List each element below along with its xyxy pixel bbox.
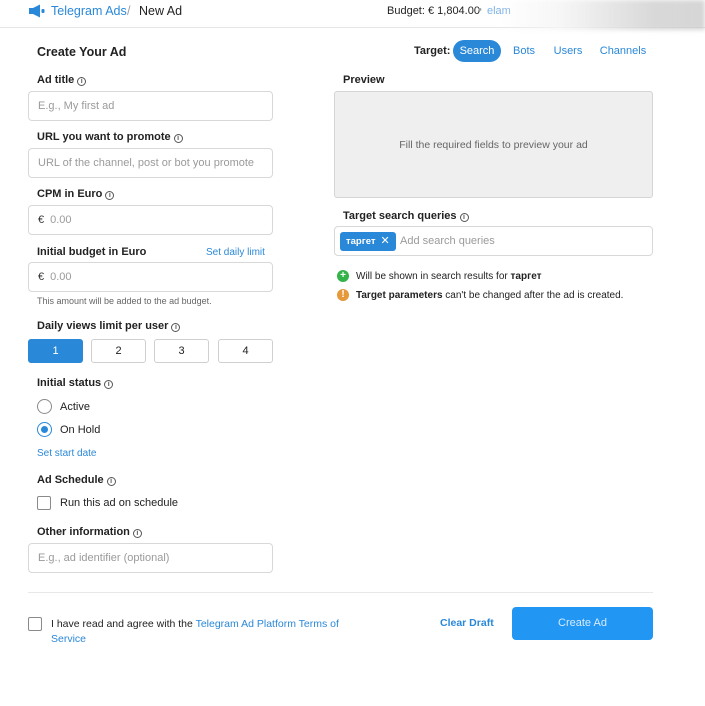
views-option-1[interactable]: 1: [28, 339, 83, 363]
views-limit-label: Daily views limit per user i: [37, 320, 181, 332]
set-start-date-link[interactable]: Set start date: [37, 448, 96, 459]
schedule-checkbox[interactable]: [37, 496, 51, 510]
other-info-label-text: Other information: [37, 526, 130, 538]
ad-title-input[interactable]: E.g., My first ad: [28, 91, 273, 121]
views-option-4[interactable]: 4: [218, 339, 273, 363]
remove-icon[interactable]: ✕: [381, 235, 390, 247]
budget-label: Initial budget in Euro: [37, 246, 147, 258]
cpm-label: CPM in Euro i: [37, 188, 115, 200]
clear-draft-button[interactable]: Clear Draft: [440, 617, 494, 629]
url-input[interactable]: URL of the channel, post or bot you prom…: [28, 148, 273, 178]
page-title: Create Your Ad: [37, 45, 127, 59]
search-queries-label-text: Target search queries: [343, 210, 457, 222]
other-info-label: Other information i: [37, 526, 142, 538]
header-dot: •: [478, 4, 482, 16]
ad-title-label: Ad title i: [37, 74, 87, 86]
preview-empty-text: Fill the required fields to preview your…: [399, 139, 588, 151]
note-query: таргет: [510, 271, 542, 282]
target-label: Target:: [414, 45, 451, 57]
budget-placeholder: 0.00: [50, 271, 72, 283]
ad-schedule-label-text: Ad Schedule: [37, 474, 104, 486]
ad-preview: Fill the required fields to preview your…: [334, 91, 653, 198]
target-params-note: Target parameters can't be changed after…: [356, 290, 623, 301]
info-icon[interactable]: i: [173, 134, 183, 143]
cpm-placeholder: 0.00: [50, 214, 72, 226]
note-strong: Target parameters: [356, 290, 443, 301]
blurred-overlay: [500, 0, 705, 30]
search-queries-label: Target search queries i: [343, 210, 469, 222]
status-active-label[interactable]: Active: [60, 401, 90, 413]
budget-hint: This amount will be added to the ad budg…: [37, 296, 212, 306]
initial-status-label: Initial status i: [37, 377, 114, 389]
top-bar: Telegram Ads / New Ad Budget: € 1,804.00…: [0, 0, 705, 30]
search-queries-placeholder: Add search queries: [400, 235, 495, 247]
budget-display: Budget: € 1,804.00: [387, 5, 480, 17]
url-label-text: URL you want to promote: [37, 131, 171, 143]
query-chip[interactable]: таргет ✕: [340, 232, 396, 251]
preview-label: Preview: [343, 74, 385, 86]
terms-text: I have read and agree with the Telegram …: [51, 617, 351, 647]
terms-checkbox[interactable]: [28, 617, 42, 631]
cpm-label-text: CPM in Euro: [37, 188, 103, 200]
ad-schedule-label: Ad Schedule i: [37, 474, 116, 486]
url-label: URL you want to promote i: [37, 131, 183, 143]
breadcrumb-separator: /: [127, 4, 131, 18]
schedule-checkbox-label[interactable]: Run this ad on schedule: [60, 497, 178, 509]
cpm-input[interactable]: €0.00: [28, 205, 273, 235]
note-text: can't be changed after the ad is created…: [442, 290, 624, 301]
terms-prefix: I have read and agree with the: [51, 618, 196, 630]
status-onhold-radio[interactable]: [37, 422, 52, 437]
info-icon[interactable]: i: [171, 323, 181, 332]
views-option-3[interactable]: 3: [154, 339, 209, 363]
note-text: Will be shown in search results for: [356, 271, 511, 282]
info-icon[interactable]: i: [104, 380, 114, 389]
create-ad-button[interactable]: Create Ad: [512, 607, 653, 640]
tab-users[interactable]: Users: [549, 40, 587, 62]
info-icon[interactable]: i: [77, 77, 87, 86]
views-option-2[interactable]: 2: [91, 339, 146, 363]
megaphone-icon: [29, 4, 45, 18]
ad-title-label-text: Ad title: [37, 74, 75, 86]
divider: [28, 592, 653, 593]
search-queries-input[interactable]: таргет ✕ Add search queries: [334, 226, 653, 256]
brand-link[interactable]: Telegram Ads: [51, 4, 127, 18]
tab-search[interactable]: Search: [453, 40, 501, 62]
breadcrumb-current: New Ad: [139, 4, 183, 18]
query-chip-text: таргет: [346, 236, 376, 247]
plus-icon: +: [337, 270, 349, 282]
info-icon[interactable]: i: [132, 529, 142, 538]
initial-status-label-text: Initial status: [37, 377, 102, 389]
tab-channels[interactable]: Channels: [595, 40, 651, 62]
status-onhold-label[interactable]: On Hold: [60, 424, 100, 436]
search-results-note: Will be shown in search results for тарг…: [356, 271, 542, 282]
info-icon[interactable]: i: [106, 477, 116, 486]
views-limit-label-text: Daily views limit per user: [37, 320, 169, 332]
budget-input[interactable]: €0.00: [28, 262, 273, 292]
exclamation-icon: !: [337, 289, 349, 301]
info-icon[interactable]: i: [105, 191, 115, 200]
set-daily-limit-link[interactable]: Set daily limit: [206, 247, 265, 258]
tab-bots[interactable]: Bots: [507, 40, 541, 62]
euro-sign: €: [38, 271, 45, 283]
euro-sign: €: [38, 214, 45, 226]
status-active-radio[interactable]: [37, 399, 52, 414]
info-icon[interactable]: i: [459, 213, 469, 222]
other-info-input[interactable]: E.g., ad identifier (optional): [28, 543, 273, 573]
